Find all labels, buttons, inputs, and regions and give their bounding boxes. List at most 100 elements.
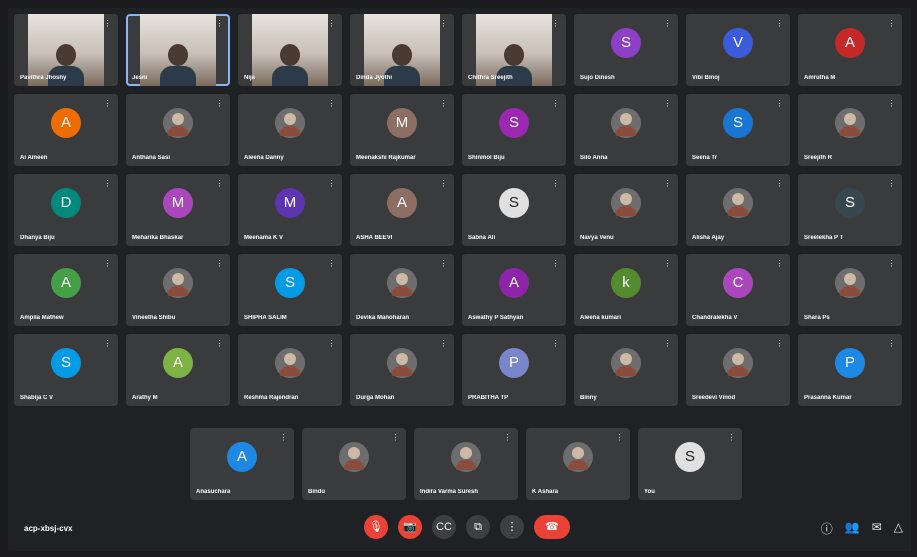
participant-tile[interactable]: ⋮ Aleena Danny — [238, 94, 342, 166]
participant-menu-icon[interactable]: ⋮ — [615, 433, 624, 442]
participant-tile[interactable]: ⋮ Sreejith R — [798, 94, 902, 166]
participant-tile[interactable]: M ⋮ Meenakshi Rajkumar — [350, 94, 454, 166]
info-icon[interactable]: ⓘ — [821, 520, 833, 537]
participant-tile[interactable]: ⋮ Bindu — [302, 428, 406, 500]
participant-tile[interactable]: ⋮ K Ashara — [526, 428, 630, 500]
participant-tile[interactable]: S ⋮ You — [638, 428, 742, 500]
participant-tile[interactable]: D ⋮ Dhanya Biju — [14, 174, 118, 246]
participant-tile[interactable]: ⋮ Vineetha Shibu — [126, 254, 230, 326]
participant-tile[interactable]: ⋮ Indira Varma Suresh — [414, 428, 518, 500]
participant-menu-icon[interactable]: ⋮ — [103, 179, 112, 188]
participant-menu-icon[interactable]: ⋮ — [215, 19, 224, 28]
participant-tile[interactable]: ⋮ Anthana Sasi — [126, 94, 230, 166]
participant-tile[interactable]: A ⋮ Ampila Mathew — [14, 254, 118, 326]
participant-tile[interactable]: A ⋮ Arathy M — [126, 334, 230, 406]
participant-menu-icon[interactable]: ⋮ — [503, 433, 512, 442]
participant-menu-icon[interactable]: ⋮ — [551, 339, 560, 348]
participant-menu-icon[interactable]: ⋮ — [103, 19, 112, 28]
participant-tile[interactable]: ⋮ Nija — [238, 14, 342, 86]
participant-menu-icon[interactable]: ⋮ — [775, 259, 784, 268]
participant-tile[interactable]: A ⋮ Anasuchara — [190, 428, 294, 500]
participant-tile[interactable]: S ⋮ Shabija C V — [14, 334, 118, 406]
participant-menu-icon[interactable]: ⋮ — [103, 99, 112, 108]
participant-tile[interactable]: ⋮ Alisha Ajay — [686, 174, 790, 246]
participant-tile[interactable]: ⋮ Pavithra Jhoshy — [14, 14, 118, 86]
participant-tile[interactable]: ⋮ Durga Mohan — [350, 334, 454, 406]
participant-menu-icon[interactable]: ⋮ — [439, 339, 448, 348]
participant-menu-icon[interactable]: ⋮ — [551, 99, 560, 108]
participant-tile[interactable]: ⋮ Devika Manoharan — [350, 254, 454, 326]
participant-tile[interactable]: S ⋮ Sujo Dinesh — [574, 14, 678, 86]
participant-menu-icon[interactable]: ⋮ — [551, 259, 560, 268]
participant-tile[interactable]: ⋮ Dinda Jyothi — [350, 14, 454, 86]
participant-menu-icon[interactable]: ⋮ — [663, 339, 672, 348]
camera-off-button[interactable]: 📷 — [398, 515, 422, 539]
participant-menu-icon[interactable]: ⋮ — [439, 259, 448, 268]
participant-tile[interactable]: ⋮ Binny — [574, 334, 678, 406]
participant-menu-icon[interactable]: ⋮ — [327, 19, 336, 28]
participant-menu-icon[interactable]: ⋮ — [327, 339, 336, 348]
participant-menu-icon[interactable]: ⋮ — [887, 259, 896, 268]
participant-tile[interactable]: ⋮ Reshma Rajendran — [238, 334, 342, 406]
participant-tile[interactable]: P ⋮ Prasanna Kumar — [798, 334, 902, 406]
participant-menu-icon[interactable]: ⋮ — [439, 19, 448, 28]
participant-menu-icon[interactable]: ⋮ — [279, 433, 288, 442]
participant-menu-icon[interactable]: ⋮ — [887, 19, 896, 28]
participant-tile[interactable]: A ⋮ Ai Ameen — [14, 94, 118, 166]
leave-call-button[interactable]: ☎ — [534, 515, 570, 539]
participant-tile[interactable]: A ⋮ Amrutha M — [798, 14, 902, 86]
participant-menu-icon[interactable]: ⋮ — [103, 259, 112, 268]
participant-tile[interactable]: P ⋮ PRABITHA TP — [462, 334, 566, 406]
participant-menu-icon[interactable]: ⋮ — [215, 179, 224, 188]
participant-tile[interactable]: k ⋮ Aleena kumari — [574, 254, 678, 326]
participant-menu-icon[interactable]: ⋮ — [551, 179, 560, 188]
participant-tile[interactable]: ⋮ Chithra Sreejith — [462, 14, 566, 86]
people-icon[interactable]: 👥 — [845, 520, 860, 537]
participant-menu-icon[interactable]: ⋮ — [775, 99, 784, 108]
participant-tile[interactable]: V ⋮ Vibi Binoj — [686, 14, 790, 86]
participant-tile[interactable]: M ⋮ Meenama K V — [238, 174, 342, 246]
participant-menu-icon[interactable]: ⋮ — [775, 179, 784, 188]
participant-tile[interactable]: ⋮ Jesni — [126, 14, 230, 86]
participant-tile[interactable]: ⋮ Shara Ps — [798, 254, 902, 326]
mic-off-button[interactable]: 🎙 — [364, 515, 388, 539]
participant-tile[interactable]: S ⋮ Sabna Ali — [462, 174, 566, 246]
participant-tile[interactable]: S ⋮ Shinmol Biju — [462, 94, 566, 166]
participant-menu-icon[interactable]: ⋮ — [439, 179, 448, 188]
chat-icon[interactable]: ✉ — [872, 520, 882, 537]
participant-menu-icon[interactable]: ⋮ — [551, 19, 560, 28]
participant-menu-icon[interactable]: ⋮ — [215, 99, 224, 108]
participant-menu-icon[interactable]: ⋮ — [327, 99, 336, 108]
participant-menu-icon[interactable]: ⋮ — [775, 339, 784, 348]
participant-menu-icon[interactable]: ⋮ — [887, 339, 896, 348]
participant-menu-icon[interactable]: ⋮ — [887, 179, 896, 188]
participant-menu-icon[interactable]: ⋮ — [103, 339, 112, 348]
participant-menu-icon[interactable]: ⋮ — [663, 99, 672, 108]
participant-tile[interactable]: C ⋮ Chandralekha V — [686, 254, 790, 326]
participant-menu-icon[interactable]: ⋮ — [439, 99, 448, 108]
participant-tile[interactable]: S ⋮ Seena Tr — [686, 94, 790, 166]
participant-tile[interactable]: S ⋮ SHIPHA SALIM — [238, 254, 342, 326]
present-button[interactable]: ⧉ — [466, 515, 490, 539]
participant-menu-icon[interactable]: ⋮ — [391, 433, 400, 442]
participant-tile[interactable]: ⋮ Navya Venu — [574, 174, 678, 246]
participant-menu-icon[interactable]: ⋮ — [887, 99, 896, 108]
participant-tile[interactable]: M ⋮ Meharika Bhaskar — [126, 174, 230, 246]
participant-menu-icon[interactable]: ⋮ — [327, 179, 336, 188]
more-options-button[interactable]: ⋮ — [500, 515, 524, 539]
participant-menu-icon[interactable]: ⋮ — [215, 339, 224, 348]
participant-menu-icon[interactable]: ⋮ — [663, 179, 672, 188]
participant-tile[interactable]: ⋮ Sreedevi Vinod — [686, 334, 790, 406]
participant-tile[interactable]: A ⋮ ASHA BEEVI — [350, 174, 454, 246]
participant-menu-icon[interactable]: ⋮ — [215, 259, 224, 268]
participant-tile[interactable]: ⋮ Silo Anna — [574, 94, 678, 166]
participant-menu-icon[interactable]: ⋮ — [775, 19, 784, 28]
participant-tile[interactable]: A ⋮ Aswathy P Sathyan — [462, 254, 566, 326]
captions-button[interactable]: CC — [432, 515, 456, 539]
participant-menu-icon[interactable]: ⋮ — [663, 259, 672, 268]
participant-menu-icon[interactable]: ⋮ — [663, 19, 672, 28]
activities-icon[interactable]: △ — [894, 520, 903, 537]
participant-tile[interactable]: S ⋮ Sreelekha P T — [798, 174, 902, 246]
participant-menu-icon[interactable]: ⋮ — [327, 259, 336, 268]
participant-menu-icon[interactable]: ⋮ — [727, 433, 736, 442]
